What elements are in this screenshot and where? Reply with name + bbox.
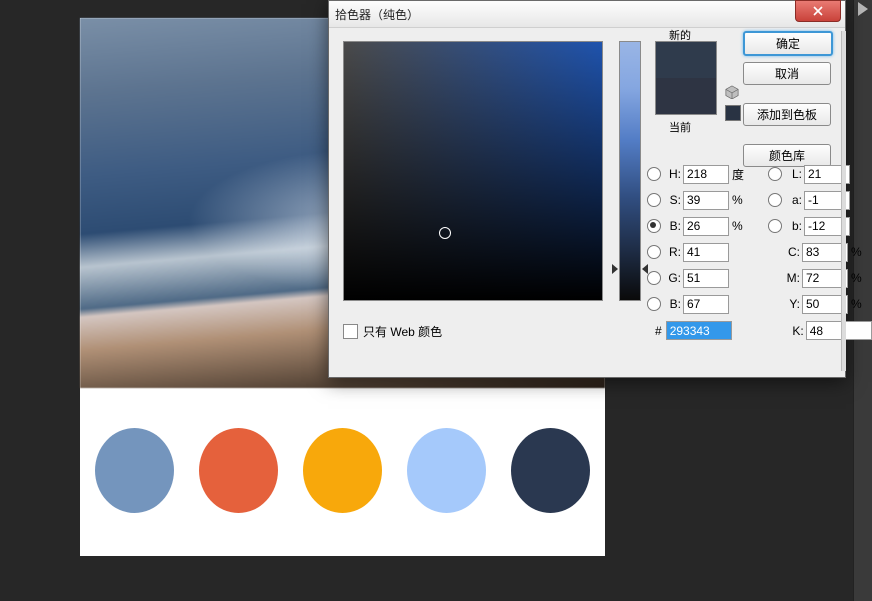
unit-pct: %: [732, 219, 750, 233]
dialog-title: 拾色器（纯色）: [335, 6, 419, 23]
label-h: H:: [663, 167, 681, 181]
palette-swatch[interactable]: [303, 428, 382, 513]
input-h[interactable]: [683, 165, 729, 184]
ok-button[interactable]: 确定: [743, 31, 833, 56]
palette-swatch[interactable]: [511, 428, 590, 513]
hue-slider[interactable]: [619, 41, 641, 301]
label-b-rgb: B:: [663, 297, 681, 311]
web-colors-checkbox[interactable]: 只有 Web 颜色: [343, 323, 442, 340]
radio-r[interactable]: [647, 245, 661, 259]
radio-b-rgb[interactable]: [647, 297, 661, 311]
input-k[interactable]: [806, 321, 872, 340]
color-fields: H: 度 L: S: % a: B: % b:: [647, 161, 869, 317]
label-l: L:: [784, 167, 802, 181]
radio-l[interactable]: [768, 167, 782, 181]
label-g: G:: [663, 271, 681, 285]
unit-pct: %: [851, 297, 869, 311]
close-icon: [812, 5, 824, 17]
label-a: a:: [784, 193, 802, 207]
sv-cursor[interactable]: [439, 227, 451, 239]
titlebar[interactable]: 拾色器（纯色）: [329, 1, 845, 28]
expand-icon[interactable]: [858, 2, 868, 16]
preview-new: [656, 42, 716, 78]
label-r: R:: [663, 245, 681, 259]
hex-hash: #: [655, 324, 662, 338]
current-color-label: 当前: [669, 119, 691, 135]
input-b-hsb[interactable]: [683, 217, 729, 236]
close-button[interactable]: [795, 0, 841, 22]
color-preview: [655, 41, 717, 115]
add-swatch-button[interactable]: 添加到色板: [743, 103, 831, 126]
input-b-rgb[interactable]: [683, 295, 729, 314]
unit-pct: %: [851, 271, 869, 285]
radio-b-hsb[interactable]: [647, 219, 661, 233]
unit-pct: %: [732, 193, 750, 207]
saturation-value-field[interactable]: [343, 41, 603, 301]
label-c: C:: [782, 245, 800, 259]
palette-swatch[interactable]: [407, 428, 486, 513]
preview-current: [656, 78, 716, 114]
input-r[interactable]: [683, 243, 729, 262]
unit-pct: %: [851, 245, 869, 259]
gamut-warning-icon[interactable]: [725, 85, 739, 99]
websafe-swatch[interactable]: [725, 105, 741, 121]
label-m: M:: [782, 271, 800, 285]
dialog-resize-edge[interactable]: [841, 31, 846, 371]
label-b-lab: b:: [784, 219, 802, 233]
hue-handle-left-icon[interactable]: [612, 264, 618, 274]
input-g[interactable]: [683, 269, 729, 288]
label-s: S:: [663, 193, 681, 207]
radio-h[interactable]: [647, 167, 661, 181]
label-b-hsb: B:: [663, 219, 681, 233]
radio-a[interactable]: [768, 193, 782, 207]
web-colors-label: 只有 Web 颜色: [363, 323, 442, 340]
radio-b-lab[interactable]: [768, 219, 782, 233]
label-y: Y:: [782, 297, 800, 311]
cancel-button[interactable]: 取消: [743, 62, 831, 85]
radio-g[interactable]: [647, 271, 661, 285]
input-s[interactable]: [683, 191, 729, 210]
unit-deg: 度: [732, 166, 750, 183]
palette-swatch[interactable]: [199, 428, 278, 513]
radio-s[interactable]: [647, 193, 661, 207]
color-picker-dialog: 拾色器（纯色） 新的 当前 确定 取消 添加到色板 颜色库 H: 度: [328, 0, 846, 378]
checkbox-icon[interactable]: [343, 324, 358, 339]
input-hex[interactable]: [666, 321, 732, 340]
palette-row: [80, 398, 605, 543]
label-k: K:: [786, 324, 804, 338]
palette-swatch[interactable]: [95, 428, 174, 513]
